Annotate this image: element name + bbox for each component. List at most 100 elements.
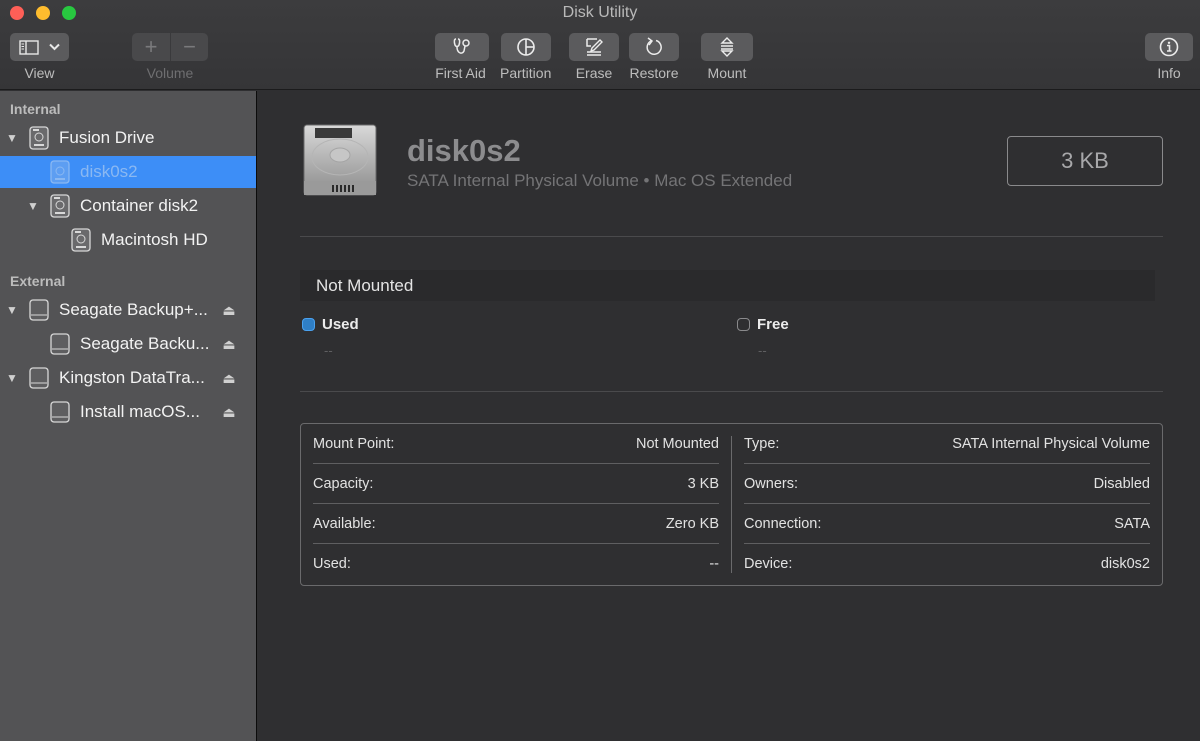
mount-tool: Mount: [701, 33, 753, 81]
restore-button[interactable]: [629, 33, 679, 61]
external-disk-icon: [28, 366, 50, 390]
info-label: Owners:: [744, 475, 798, 492]
info-row-capacity: Capacity: 3 KB: [313, 464, 719, 504]
info-row-type: Type: SATA Internal Physical Volume: [744, 424, 1150, 464]
info-value: --: [709, 556, 719, 572]
eject-icon[interactable]: ⏏: [214, 370, 244, 387]
hard-drive-icon: [302, 123, 380, 204]
volume-size-badge: 3 KB: [1007, 136, 1163, 186]
info-row-device: Device: disk0s2: [744, 544, 1150, 584]
volume-name: disk0s2: [407, 133, 521, 168]
used-legend-label: Used: [322, 316, 359, 333]
add-volume-button[interactable]: +: [132, 33, 170, 61]
volume-subtitle: SATA Internal Physical Volume • Mac OS E…: [407, 171, 793, 190]
mount-label: Mount: [707, 65, 747, 81]
info-label: Info: [1157, 65, 1181, 81]
view-label: View: [24, 65, 55, 81]
erase-label: Erase: [575, 65, 613, 81]
erase-button[interactable]: [569, 33, 619, 61]
used-swatch: [302, 318, 315, 331]
disclosure-triangle-icon[interactable]: ▼: [6, 303, 18, 317]
sidebar-item-label: Container disk2: [80, 196, 199, 215]
sidebar-item-install-macos[interactable]: Install macOS... ⏏: [0, 396, 256, 428]
info-row-used: Used: --: [313, 544, 719, 584]
info-column-right: Type: SATA Internal Physical Volume Owne…: [731, 436, 1162, 573]
info-tool: Info: [1145, 33, 1193, 81]
eject-icon[interactable]: ⏏: [214, 302, 244, 319]
free-value: --: [758, 343, 767, 358]
erase-icon: [586, 38, 603, 56]
info-label: Available:: [313, 515, 376, 532]
external-disk-icon: [49, 400, 71, 424]
free-legend-label: Free: [757, 316, 789, 333]
info-row-owners: Owners: Disabled: [744, 464, 1150, 504]
info-button[interactable]: [1145, 33, 1193, 61]
info-value: SATA Internal Physical Volume: [952, 435, 1150, 452]
volume-label: Volume: [146, 65, 194, 81]
free-legend: Free: [737, 316, 789, 333]
eject-icon[interactable]: ⏏: [214, 404, 244, 421]
external-disk-icon: [28, 298, 50, 322]
info-value: Not Mounted: [635, 435, 719, 452]
info-value: disk0s2: [1100, 556, 1150, 572]
internal-disk-icon: [28, 126, 50, 150]
sidebar-item-label: Install macOS...: [80, 402, 200, 421]
internal-disk-icon: [70, 228, 92, 252]
info-value: SATA: [1114, 515, 1150, 532]
sidebar-item-label: Kingston DataTra...: [59, 368, 205, 387]
window-title: Disk Utility: [562, 4, 638, 21]
mount-status-label: Not Mounted: [316, 275, 414, 295]
external-disk-icon: [49, 332, 71, 356]
disclosure-triangle-icon[interactable]: ▼: [6, 371, 18, 385]
info-row-connection: Connection: SATA: [744, 504, 1150, 544]
free-swatch: [737, 318, 750, 331]
volume-info-table: Mount Point: Not Mounted Capacity: 3 KB …: [300, 423, 1163, 586]
pie-partition-icon: [516, 38, 535, 56]
divider: [300, 236, 1163, 237]
partition-label: Partition: [500, 65, 552, 81]
chevron-down-icon: [49, 43, 60, 51]
partition-button[interactable]: [500, 33, 551, 61]
restore-label: Restore: [629, 65, 679, 81]
volume-segmented-control: + −: [132, 33, 208, 61]
sidebar-item-disk0s2[interactable]: disk0s2: [0, 156, 256, 188]
sidebar-toggle-icon: [19, 39, 39, 55]
internal-disk-icon: [49, 194, 71, 218]
info-label: Capacity:: [313, 475, 374, 492]
info-value: Zero KB: [665, 515, 719, 532]
sidebar-item-label: Seagate Backu...: [80, 334, 210, 353]
info-row-mount-point: Mount Point: Not Mounted: [313, 424, 719, 464]
external-section-header: External: [10, 273, 66, 289]
info-label: Device:: [744, 556, 793, 572]
disclosure-triangle-icon[interactable]: ▼: [6, 131, 18, 145]
remove-volume-button[interactable]: −: [170, 33, 208, 61]
eject-icon[interactable]: ⏏: [214, 336, 244, 353]
divider: [300, 391, 1163, 392]
restore-icon: [646, 37, 662, 55]
sidebar-item-kingston-datatraveler[interactable]: ▼ Kingston DataTra... ⏏: [0, 362, 256, 394]
info-label: Type:: [744, 435, 780, 452]
internal-disk-icon: [49, 160, 71, 184]
sidebar-item-label: disk0s2: [80, 162, 138, 181]
restore-tool: Restore: [629, 33, 679, 81]
first-aid-label: First Aid: [435, 65, 486, 81]
info-value: Disabled: [1093, 475, 1150, 492]
mount-button[interactable]: [701, 33, 753, 61]
volume-tool: + − Volume: [132, 33, 208, 81]
disclosure-triangle-icon[interactable]: ▼: [27, 199, 39, 213]
sidebar-item-seagate-backup-volume[interactable]: Seagate Backu... ⏏: [0, 328, 256, 360]
sidebar-item-seagate-backup[interactable]: ▼ Seagate Backup+... ⏏: [0, 294, 256, 326]
sidebar-item-macintosh-hd[interactable]: Macintosh HD: [0, 224, 256, 256]
first-aid-button[interactable]: [435, 33, 489, 61]
usage-bar: Not Mounted: [300, 270, 1155, 301]
detail-pane: disk0s2 SATA Internal Physical Volume • …: [258, 91, 1200, 741]
used-value: --: [324, 343, 333, 358]
sidebar-item-fusion-drive[interactable]: ▼ Fusion Drive: [0, 122, 256, 154]
partition-tool: Partition: [500, 33, 551, 81]
erase-tool: Erase: [569, 33, 619, 81]
sidebar-item-container-disk2[interactable]: ▼ Container disk2: [0, 190, 256, 222]
view-button[interactable]: [10, 33, 69, 61]
info-label: Mount Point:: [313, 435, 395, 452]
sidebar: Internal ▼ Fusion Drive disk0s2 ▼ Contai…: [0, 91, 257, 741]
used-legend: Used: [302, 316, 359, 333]
